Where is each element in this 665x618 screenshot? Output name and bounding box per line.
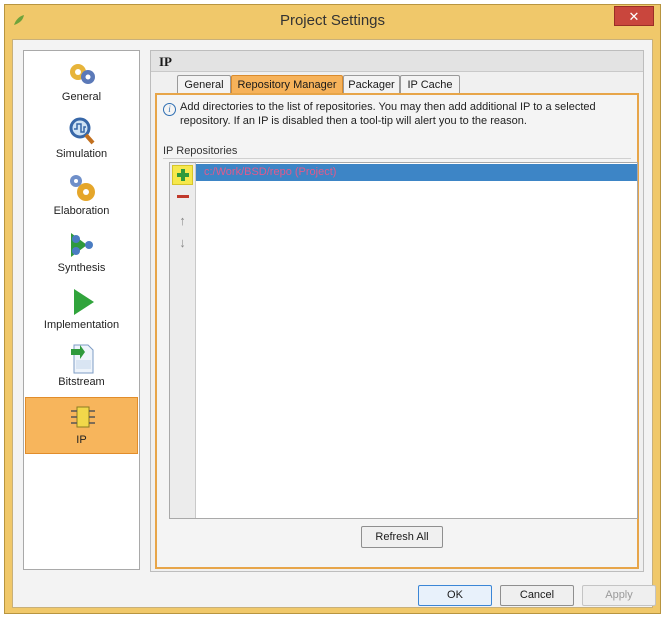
panel-title: IP: [159, 54, 172, 69]
sidebar-item-label: Bitstream: [58, 376, 105, 388]
window-title: Project Settings: [279, 12, 386, 29]
tab-repository-manager[interactable]: Repository Manager: [231, 75, 343, 94]
move-up-button[interactable]: ↑: [172, 211, 193, 231]
sidebar-item-general[interactable]: General: [25, 55, 138, 112]
bitstream-file-icon: [71, 344, 94, 374]
sidebar-item-synthesis[interactable]: Synthesis: [25, 226, 138, 283]
sidebar-item-ip[interactable]: IP: [25, 397, 138, 454]
sidebar-item-label: Synthesis: [57, 262, 106, 274]
play-triangle-icon: [74, 289, 94, 315]
sidebar-item-label: IP: [76, 434, 87, 446]
ok-button[interactable]: OK: [418, 585, 492, 606]
title-bar[interactable]: Project Settings ✕: [5, 5, 660, 37]
sidebar-item-bitstream[interactable]: Bitstream: [25, 340, 138, 397]
magnifier-waveform-icon: [69, 117, 95, 145]
ip-chip-icon: [71, 406, 95, 428]
repository-row-selected[interactable]: c:/Work/BSD/repo (Project): [196, 164, 637, 181]
repository-path: c:/Work/BSD/repo (Project): [204, 166, 337, 178]
sidebar-item-label: Simulation: [55, 148, 108, 160]
sidebar-item-label: General: [61, 91, 102, 103]
panel-header: IP: [151, 51, 643, 72]
synthesis-arrows-icon: [71, 233, 93, 257]
tab-general[interactable]: General: [177, 75, 231, 94]
general-gear-icon: [70, 64, 95, 84]
project-settings-window: Project Settings ✕ General Simulation El…: [4, 4, 661, 614]
arrow-down-icon: ↓: [179, 235, 186, 250]
apply-button[interactable]: Apply: [582, 585, 656, 606]
remove-repository-button[interactable]: [172, 187, 193, 207]
info-icon: i: [163, 103, 176, 116]
repository-manager-content: i Add directories to the list of reposit…: [155, 93, 639, 569]
ip-settings-panel: IP General Repository Manager Packager I…: [150, 50, 644, 572]
plus-icon: [176, 169, 189, 181]
close-button[interactable]: ✕: [614, 6, 654, 26]
sidebar-item-simulation[interactable]: Simulation: [25, 112, 138, 169]
dialog-client-area: General Simulation Elaboration Synthesis…: [12, 39, 656, 608]
minus-icon: [176, 195, 189, 198]
section-divider: [163, 158, 631, 159]
ip-repositories-list[interactable]: ↑ ↓ c:/Work/BSD/repo (Project): [169, 162, 638, 519]
arrow-up-icon: ↑: [179, 213, 186, 228]
repository-toolbar: ↑ ↓: [170, 163, 196, 518]
refresh-all-button[interactable]: Refresh All: [361, 526, 443, 548]
settings-category-list: General Simulation Elaboration Synthesis…: [23, 50, 140, 570]
tab-ip-cache[interactable]: IP Cache: [400, 75, 460, 94]
sidebar-item-implementation[interactable]: Implementation: [25, 283, 138, 340]
sidebar-item-label: Elaboration: [53, 205, 110, 217]
elaboration-gears-icon: [70, 175, 95, 201]
ip-repositories-label: IP Repositories: [163, 145, 238, 157]
cancel-button[interactable]: Cancel: [500, 585, 574, 606]
add-repository-button[interactable]: [172, 165, 193, 185]
tab-packager[interactable]: Packager: [343, 75, 400, 94]
sidebar-item-elaboration[interactable]: Elaboration: [25, 169, 138, 226]
info-message: Add directories to the list of repositor…: [180, 101, 596, 127]
move-down-button[interactable]: ↓: [172, 233, 193, 253]
sidebar-item-label: Implementation: [43, 319, 120, 331]
